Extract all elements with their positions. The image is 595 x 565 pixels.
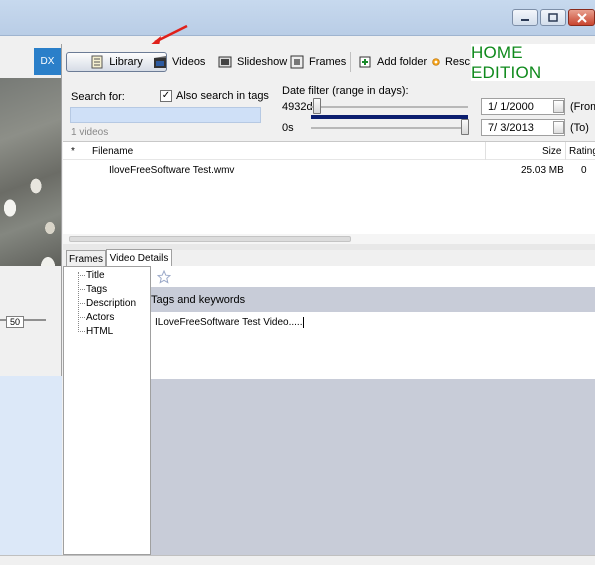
library-icon <box>91 55 103 69</box>
tree-item-actors[interactable]: Actors <box>78 312 114 323</box>
videos-label: Videos <box>172 56 206 68</box>
close-button[interactable] <box>568 9 595 26</box>
details-toolbar <box>151 266 595 287</box>
rescan-icon <box>432 58 440 66</box>
add-folder-label: Add folder <box>377 56 428 68</box>
tab-frames-label: Frames <box>69 253 103 265</box>
tree-item-html-label: HTML <box>86 326 114 337</box>
zoom-slider-thumb[interactable]: 50 <box>6 316 24 328</box>
from-label: (From <box>570 101 595 113</box>
tab-video-details[interactable]: Video Details <box>106 249 172 267</box>
close-icon <box>576 12 587 23</box>
to-date-picker-button[interactable] <box>553 121 564 134</box>
tab-video-details-label: Video Details <box>109 253 169 264</box>
dx-label: DX <box>40 56 55 67</box>
star-icon[interactable] <box>157 270 171 284</box>
column-divider <box>565 142 566 160</box>
date-slider-bottom-track[interactable] <box>311 127 468 129</box>
tree-item-description[interactable]: Description <box>78 298 136 309</box>
details-tree <box>63 266 151 555</box>
dx-button[interactable]: DX <box>34 48 61 75</box>
frames-icon <box>290 55 304 69</box>
add-folder-button[interactable]: Add folder <box>358 52 427 72</box>
to-label: (To) <box>570 122 589 134</box>
slideshow-icon <box>218 56 232 68</box>
frames-label: Frames <box>309 56 347 68</box>
slideshow-button[interactable]: Slideshow <box>218 52 287 72</box>
library-label: Library <box>109 56 143 68</box>
also-search-tags-label: Also search in tags <box>176 90 269 102</box>
minimize-button[interactable] <box>512 9 538 26</box>
column-header-filename[interactable]: Filename <box>92 146 133 157</box>
tree-item-title[interactable]: Title <box>78 270 105 281</box>
range-days-label: 4932d <box>282 101 313 113</box>
scrollbar-thumb[interactable] <box>69 236 351 242</box>
slideshow-label: Slideshow <box>237 56 288 68</box>
maximize-icon <box>548 13 558 22</box>
video-count: 1 videos <box>71 127 109 138</box>
also-search-tags-checkbox[interactable]: ✓ Also search in tags <box>160 90 269 102</box>
title-bar <box>0 0 595 36</box>
date-slider-top-track[interactable] <box>311 106 468 108</box>
checkbox-checked-icon: ✓ <box>160 90 172 102</box>
search-input[interactable] <box>70 107 261 123</box>
frames-button[interactable]: Frames <box>290 52 346 72</box>
row-rating: 0 <box>581 165 587 176</box>
film-clapper-icon <box>154 56 166 68</box>
maximize-button[interactable] <box>540 9 566 26</box>
range-offset-label: 0s <box>282 122 294 134</box>
date-filter-label: Date filter (range in days): <box>282 85 409 97</box>
from-date-value: 1/ 1/2000 <box>488 100 534 113</box>
left-lower-panel <box>0 376 62 565</box>
column-divider <box>485 142 486 160</box>
tags-header-label: Tags and keywords <box>151 293 246 306</box>
text-cursor <box>302 317 304 328</box>
tree-item-actors-label: Actors <box>86 312 115 323</box>
library-button[interactable]: Library <box>66 52 167 72</box>
date-slider-bottom-thumb[interactable] <box>461 119 469 135</box>
add-folder-icon <box>359 56 371 68</box>
tags-input[interactable]: ILoveFreeSoftware Test Video..... <box>151 312 595 379</box>
edition-label: HOME EDITION <box>471 42 542 82</box>
minimize-icon <box>521 18 529 21</box>
tree-item-tags-label: Tags <box>86 284 108 295</box>
status-bar <box>0 555 595 565</box>
toolbar-divider <box>350 52 351 72</box>
file-list-header <box>63 142 595 160</box>
video-preview-image <box>0 78 61 266</box>
to-date-value: 7/ 3/2013 <box>488 121 534 134</box>
tab-frames[interactable]: Frames <box>66 250 106 267</box>
videos-button[interactable]: Videos <box>153 52 205 72</box>
row-size: 25.03 MB <box>521 165 564 176</box>
tree-item-description-label: Description <box>86 298 137 309</box>
tree-item-html[interactable]: HTML <box>78 326 113 337</box>
tags-header: Tags and keywords <box>151 287 595 312</box>
row-filename: IloveFreeSoftware Test.wmv <box>109 165 235 176</box>
column-header-size[interactable]: Size <box>542 146 561 157</box>
rescan-label: Resc <box>444 56 470 68</box>
zoom-value: 50 <box>9 317 20 327</box>
date-range-bar <box>311 115 468 119</box>
tree-item-tags[interactable]: Tags <box>78 284 107 295</box>
tree-item-title-label: Title <box>86 270 105 281</box>
column-header-rating[interactable]: Rating <box>569 146 595 157</box>
column-header-star[interactable]: * <box>71 146 75 157</box>
rescan-button[interactable]: Resc <box>432 52 470 72</box>
edition-badge: HOME EDITION <box>471 42 595 82</box>
date-slider-top-thumb[interactable] <box>313 98 321 114</box>
search-label: Search for: <box>71 91 125 103</box>
tags-value: ILoveFreeSoftware Test Video..... <box>155 317 303 329</box>
from-date-picker-button[interactable] <box>553 100 564 113</box>
